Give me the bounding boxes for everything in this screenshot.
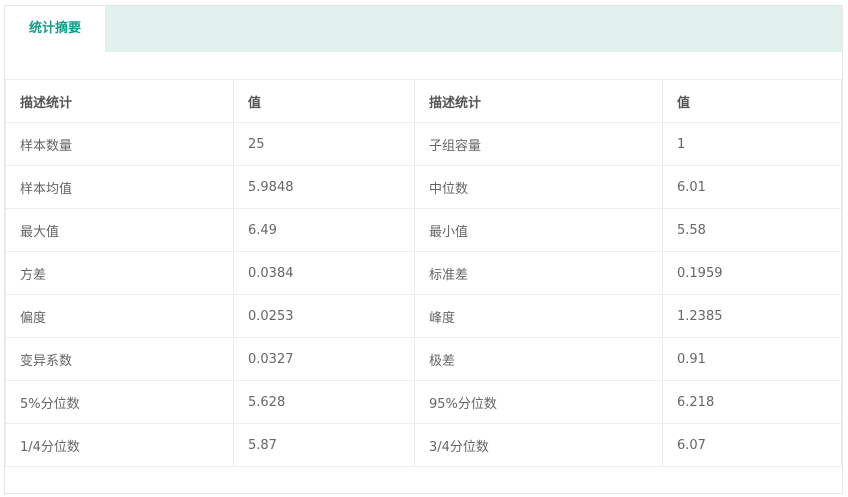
stat-label: 标准差: [414, 251, 663, 295]
table-row: 5%分位数 5.628 95%分位数 6.218: [5, 380, 842, 424]
table-row: 方差 0.0384 标准差 0.1959: [5, 251, 842, 295]
table-header-row: 描述统计 值 描述统计 值: [5, 79, 842, 123]
stat-label: 偏度: [5, 294, 234, 338]
tab-content: 描述统计 值 描述统计 值 样本数量 25 子组容量 1 样本均值 5.9848…: [5, 52, 842, 493]
stat-value: 25: [233, 122, 415, 166]
stat-value: 6.01: [662, 165, 842, 209]
stat-value: 0.0384: [233, 251, 415, 295]
stat-value: 6.07: [662, 423, 842, 467]
stat-value: 5.9848: [233, 165, 415, 209]
stat-value: 6.218: [662, 380, 842, 424]
stat-label: 95%分位数: [414, 380, 663, 424]
stat-label: 变异系数: [5, 337, 234, 381]
stat-label: 最小值: [414, 208, 663, 252]
table-row: 样本均值 5.9848 中位数 6.01: [5, 165, 842, 209]
stat-value: 0.91: [662, 337, 842, 381]
stat-label: 极差: [414, 337, 663, 381]
table-row: 偏度 0.0253 峰度 1.2385: [5, 294, 842, 338]
column-header: 描述统计: [5, 79, 234, 123]
table-row: 变异系数 0.0327 极差 0.91: [5, 337, 842, 381]
stat-value: 1: [662, 122, 842, 166]
stat-label: 5%分位数: [5, 380, 234, 424]
stat-value: 5.628: [233, 380, 415, 424]
stat-value: 5.58: [662, 208, 842, 252]
stat-label: 样本数量: [5, 122, 234, 166]
stat-value: 0.0327: [233, 337, 415, 381]
table-row: 最大值 6.49 最小值 5.58: [5, 208, 842, 252]
stat-label: 子组容量: [414, 122, 663, 166]
stat-label: 样本均值: [5, 165, 234, 209]
stat-label: 方差: [5, 251, 234, 295]
stat-value: 5.87: [233, 423, 415, 467]
stat-value: 6.49: [233, 208, 415, 252]
tab-bar: 统计摘要: [5, 6, 842, 52]
stat-value: 1.2385: [662, 294, 842, 338]
stat-label: 峰度: [414, 294, 663, 338]
stat-label: 1/4分位数: [5, 423, 234, 467]
column-header: 描述统计: [414, 79, 663, 123]
tab-summary[interactable]: 统计摘要: [5, 6, 105, 52]
table-row: 1/4分位数 5.87 3/4分位数 6.07: [5, 423, 842, 467]
stat-value: 0.1959: [662, 251, 842, 295]
stat-label: 3/4分位数: [414, 423, 663, 467]
column-header: 值: [233, 79, 415, 123]
stats-panel: 统计摘要 描述统计 值 描述统计 值 样本数量 25 子组容量 1 样本均值 5…: [4, 5, 843, 494]
stat-label: 中位数: [414, 165, 663, 209]
table-row: 样本数量 25 子组容量 1: [5, 122, 842, 166]
summary-table: 描述统计 值 描述统计 值 样本数量 25 子组容量 1 样本均值 5.9848…: [5, 79, 842, 467]
stat-value: 0.0253: [233, 294, 415, 338]
column-header: 值: [662, 79, 842, 123]
stat-label: 最大值: [5, 208, 234, 252]
